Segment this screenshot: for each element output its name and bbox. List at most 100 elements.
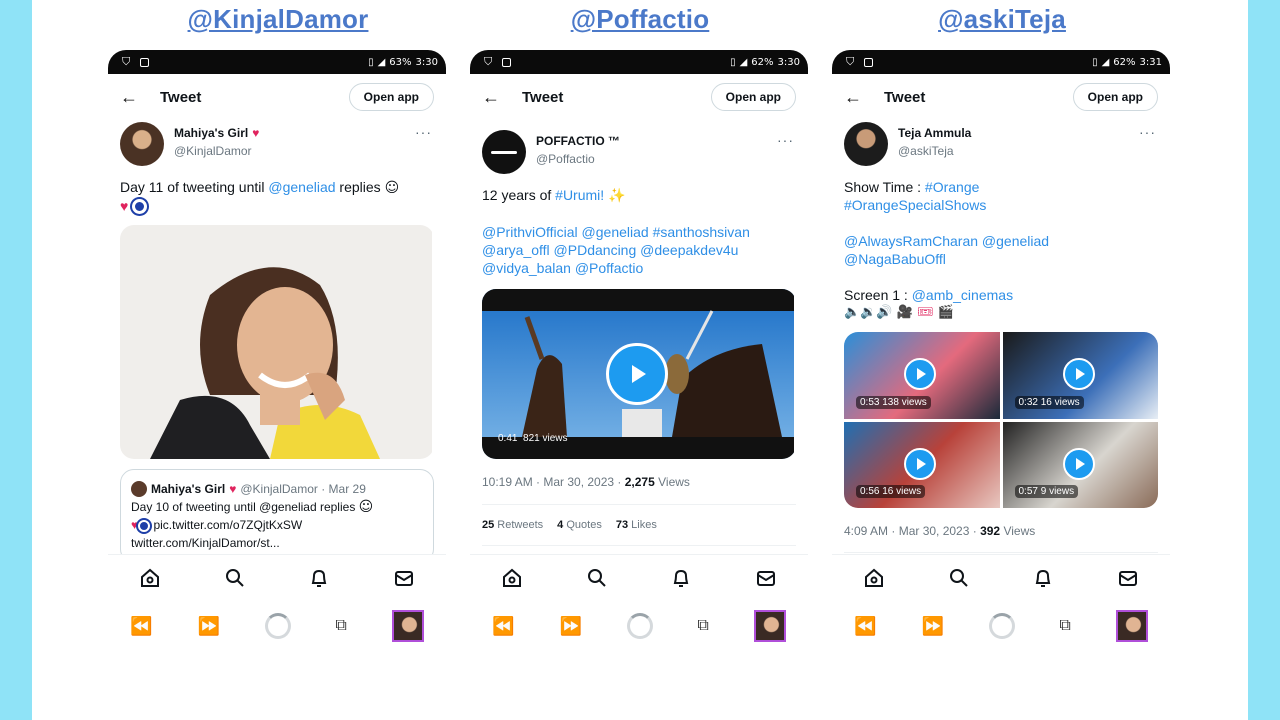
image-icon <box>502 57 512 67</box>
open-app-button[interactable]: Open app <box>710 83 796 111</box>
quote-text: Day 10 of tweeting until @geneliad repli… <box>131 500 356 514</box>
column-handle[interactable]: @KinjalDamor <box>108 4 448 35</box>
video-tile[interactable]: 0:56 16 views <box>844 421 1000 508</box>
column-handle[interactable]: @askiTeja <box>832 4 1172 35</box>
mail-icon[interactable] <box>391 565 417 591</box>
more-options-icon[interactable]: ··· <box>415 124 432 140</box>
views-text: 9 views <box>1040 486 1075 497</box>
rewind-icon[interactable]: ⏪ <box>854 616 876 637</box>
username[interactable]: @askiTeja <box>898 144 971 158</box>
views-label: Views <box>654 475 690 489</box>
back-arrow-icon[interactable]: ← <box>120 87 150 108</box>
avatar[interactable] <box>844 122 888 166</box>
home-icon[interactable] <box>499 565 525 591</box>
screen-label: Screen 1 : <box>844 287 912 303</box>
tweet-text: Day 11 of tweeting until @geneliad repli… <box>108 178 446 215</box>
play-button[interactable] <box>606 343 668 405</box>
timestamp-text[interactable]: 4:09 AM · Mar 30, 2023 · <box>844 524 980 538</box>
mention-link[interactable]: @amb_cinemas <box>912 287 1013 303</box>
play-button[interactable] <box>904 447 936 480</box>
hashtag-link[interactable]: #OrangeSpecialShows <box>844 196 1158 214</box>
vibrate-icon: ▯ <box>1092 56 1098 68</box>
tweet-video[interactable]: 0:41 821 views <box>482 289 796 459</box>
video-tile[interactable]: 0:32 16 views <box>1002 332 1158 419</box>
page-title: Tweet <box>884 88 926 106</box>
open-app-button[interactable]: Open app <box>348 83 434 111</box>
likes-count: 73 <box>615 519 629 531</box>
quoted-tweet[interactable]: Mahiya's Girl ♥ @KinjalDamor · Mar 29 Day… <box>120 469 434 563</box>
quote-url[interactable]: twitter.com/KinjalDamor/st... <box>131 534 423 552</box>
search-icon[interactable] <box>584 565 610 591</box>
display-name[interactable]: POFFACTIO ™ <box>536 134 620 148</box>
mentions-line[interactable]: @AlwaysRamCharan @geneliad <box>844 232 1158 250</box>
play-icon <box>632 365 646 383</box>
back-arrow-icon[interactable]: ← <box>844 87 874 108</box>
more-options-icon[interactable]: ··· <box>777 132 794 148</box>
play-button[interactable] <box>1062 358 1095 390</box>
mention-link[interactable]: @geneliad <box>268 179 335 195</box>
profile-thumbnail[interactable] <box>1115 610 1148 642</box>
forward-icon[interactable]: ⏩ <box>560 616 582 637</box>
home-icon[interactable] <box>137 565 163 591</box>
profile-thumbnail[interactable] <box>391 610 424 642</box>
timestamp-text[interactable]: 10:19 AM · Mar 30, 2023 · <box>482 475 625 489</box>
tabs-icon[interactable]: ⧉ <box>697 617 708 635</box>
avatar[interactable] <box>482 130 526 174</box>
column-handle[interactable]: @Poffactio <box>470 4 810 35</box>
avatar[interactable] <box>120 122 164 166</box>
tweet-stats: 25 Retweets 4 Quotes 73 Likes <box>470 519 808 531</box>
retweets-stat[interactable]: 25 Retweets <box>482 519 543 531</box>
divider <box>844 552 1158 553</box>
signal-icon: ◢ <box>739 56 748 68</box>
tweet-text-prefix: Day 11 of tweeting until <box>120 179 269 195</box>
rewind-icon[interactable]: ⏪ <box>130 616 152 637</box>
back-arrow-icon[interactable]: ← <box>482 87 512 108</box>
mail-icon[interactable] <box>753 565 779 591</box>
likes-stat[interactable]: 73 Likes <box>616 519 657 531</box>
rewind-icon[interactable]: ⏪ <box>492 616 514 637</box>
tabs-icon[interactable]: ⧉ <box>335 617 346 635</box>
mentions-line[interactable]: @PrithviOfficial @geneliad #santhoshsiva… <box>482 223 796 241</box>
search-icon[interactable] <box>222 565 248 591</box>
play-icon <box>917 368 926 380</box>
tweet-video-grid: 0:53 138 views 0:32 16 views 0:56 16 vie… <box>844 332 1158 508</box>
search-icon[interactable] <box>946 565 972 591</box>
quotes-label: Quotes <box>563 519 602 531</box>
tweet-text: 12 years of #Urumi! ✨ <box>470 186 808 205</box>
tweet-author: Mahiya's Girl ♥ @KinjalDamor ··· <box>108 120 446 174</box>
hashtag-link[interactable]: #Orange <box>925 179 979 195</box>
clapper-icon: 🎬 <box>937 305 954 320</box>
forward-icon[interactable]: ⏩ <box>922 616 944 637</box>
tweet-photo[interactable] <box>120 225 434 459</box>
video-tile[interactable]: 0:57 9 views <box>1002 421 1158 508</box>
profile-thumbnail[interactable] <box>753 610 786 642</box>
mail-icon[interactable] <box>1115 565 1141 591</box>
bell-icon[interactable] <box>668 565 694 591</box>
display-name[interactable]: Mahiya's Girl <box>174 126 248 140</box>
tweet-header: ← Tweet Open app <box>470 74 808 120</box>
hashtag-link[interactable]: #Urumi! <box>555 187 604 203</box>
video-tile[interactable]: 0:53 138 views <box>844 332 1000 419</box>
open-app-button[interactable]: Open app <box>1072 83 1158 111</box>
quotes-stat[interactable]: 4 Quotes <box>557 519 602 531</box>
bell-icon[interactable] <box>306 565 332 591</box>
shield-icon: ⛉ <box>846 55 855 68</box>
tweet-header: ← Tweet Open app <box>832 74 1170 120</box>
quote-link[interactable]: pic.twitter.com/o7ZQjtKxSW <box>153 518 302 532</box>
play-button[interactable] <box>1062 447 1095 480</box>
forward-icon[interactable]: ⏩ <box>198 616 220 637</box>
mentions-line[interactable]: @NagaBabuOffl <box>844 250 1158 268</box>
username[interactable]: @Poffactio <box>536 152 620 166</box>
display-name[interactable]: Teja Ammula <box>898 126 971 140</box>
home-icon[interactable] <box>861 565 887 591</box>
username[interactable]: @KinjalDamor <box>174 144 259 158</box>
more-options-icon[interactable]: ··· <box>1139 124 1156 140</box>
mentions-line[interactable]: @vidya_balan @Poffactio <box>482 259 796 277</box>
play-button[interactable] <box>904 358 936 390</box>
tabs-icon[interactable]: ⧉ <box>1059 617 1070 635</box>
views-text: 16 views <box>1040 396 1080 408</box>
bell-icon[interactable] <box>1030 565 1056 591</box>
tweet-timestamp: 10:19 AM · Mar 30, 2023 · 2,275 Views <box>470 475 808 489</box>
mentions-line[interactable]: @arya_offl @PDdancing @deepakdev4u <box>482 241 796 259</box>
phone-screen: ⛉ ▯ ◢ 63% 3:30 ← Tweet Open app Mahiya's Gi… <box>108 50 446 670</box>
